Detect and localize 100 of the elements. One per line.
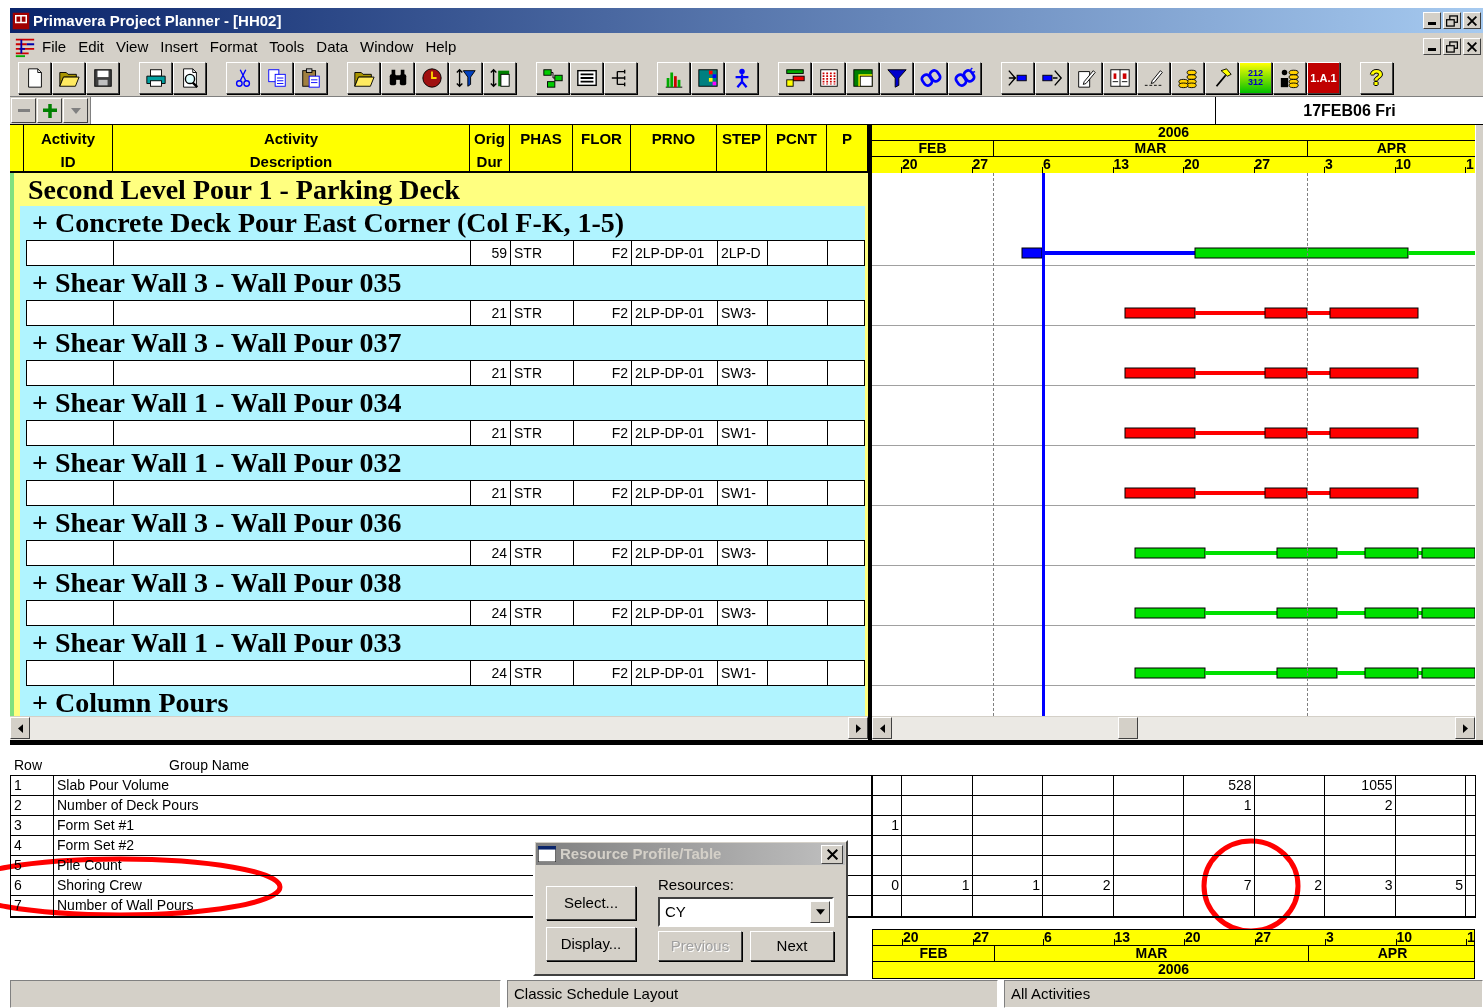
toolbar-button[interactable] — [880, 62, 913, 94]
toolbar-button[interactable] — [812, 62, 845, 94]
menu-item[interactable]: Window — [354, 37, 420, 56]
activity-bar[interactable] — [1421, 607, 1475, 619]
activity-bar[interactable] — [1124, 367, 1196, 379]
group-title[interactable]: + Shear Wall 1 - Wall Pour 033 — [20, 626, 865, 660]
expand-button[interactable] — [37, 98, 62, 123]
column-header[interactable]: Activity ID — [24, 125, 113, 171]
activity-bar[interactable] — [1329, 487, 1419, 499]
column-header[interactable]: PCNT — [767, 125, 827, 171]
toolbar-button[interactable] — [657, 62, 690, 94]
toolbar-button[interactable] — [260, 62, 293, 94]
activity-bar[interactable] — [1264, 487, 1308, 499]
dialog-button[interactable]: Select... — [546, 886, 636, 920]
activity-bar[interactable] — [1364, 667, 1419, 679]
scroll-left-button[interactable] — [872, 717, 892, 739]
column-header[interactable]: FLOR — [573, 125, 631, 171]
toolbar-button[interactable] — [570, 62, 603, 94]
dialog-button[interactable]: Next — [750, 931, 834, 961]
toolbar-button[interactable] — [725, 62, 758, 94]
activity-bar[interactable] — [1134, 607, 1206, 619]
dialog-button[interactable]: Display... — [546, 927, 636, 961]
column-header[interactable]: Orig Dur — [470, 125, 510, 171]
toolbar-button[interactable] — [1273, 62, 1306, 94]
group-title[interactable]: + Shear Wall 3 - Wall Pour 037 — [20, 326, 865, 360]
dropdown-button[interactable] — [63, 98, 88, 123]
vertical-scrollbar[interactable] — [1475, 125, 1483, 740]
toolbar-button[interactable] — [347, 62, 380, 94]
scroll-left-button[interactable] — [10, 717, 30, 739]
toolbar-button[interactable] — [1137, 62, 1170, 94]
toolbar-button[interactable] — [226, 62, 259, 94]
scroll-right-button[interactable] — [1455, 717, 1475, 739]
group-title[interactable]: + Shear Wall 3 - Wall Pour 035 — [20, 266, 865, 300]
restore-button[interactable] — [1443, 38, 1461, 55]
group-title[interactable]: + Shear Wall 3 - Wall Pour 036 — [20, 506, 865, 540]
activity-bar[interactable] — [1276, 607, 1338, 619]
activity-bar[interactable] — [1421, 547, 1475, 559]
close-button[interactable] — [1463, 12, 1481, 29]
toolbar-button[interactable] — [1205, 62, 1238, 94]
toolbar-button[interactable] — [173, 62, 206, 94]
activity-bar[interactable] — [1264, 427, 1308, 439]
activity-bar[interactable] — [1329, 307, 1419, 319]
toolbar-button[interactable] — [536, 62, 569, 94]
group-title[interactable]: + Column Pours — [20, 686, 865, 716]
menu-item[interactable]: Format — [203, 37, 264, 56]
toolbar-button[interactable] — [381, 62, 414, 94]
menu-item[interactable]: Insert — [154, 37, 204, 56]
toolbar-button[interactable] — [1171, 62, 1204, 94]
column-header[interactable]: PHAS — [510, 125, 573, 171]
group-title[interactable]: + Shear Wall 3 - Wall Pour 038 — [20, 566, 865, 600]
toolbar-button[interactable] — [778, 62, 811, 94]
activity-bar[interactable] — [1364, 547, 1419, 559]
activity-bar[interactable] — [1421, 667, 1475, 679]
toolbar-button[interactable] — [86, 62, 119, 94]
resources-dropdown[interactable]: CY — [658, 897, 834, 927]
collapse-button[interactable] — [11, 98, 36, 123]
group-title[interactable]: + Shear Wall 1 - Wall Pour 032 — [20, 446, 865, 480]
edit-field[interactable] — [90, 97, 1215, 124]
activity-bar[interactable] — [1124, 427, 1196, 439]
menu-item[interactable]: File — [36, 37, 73, 56]
scroll-thumb[interactable] — [1118, 717, 1138, 739]
toolbar-button[interactable] — [1035, 62, 1068, 94]
column-header[interactable]: Activity Description — [113, 125, 470, 171]
activity-bar[interactable] — [1194, 247, 1409, 259]
toolbar-button[interactable] — [449, 62, 482, 94]
menu-item[interactable]: Tools — [263, 37, 311, 56]
toolbar-button[interactable] — [846, 62, 879, 94]
toolbar-button[interactable] — [1001, 62, 1034, 94]
activity-bar[interactable] — [1134, 547, 1206, 559]
activity-bar[interactable] — [1134, 667, 1206, 679]
toolbar-button[interactable] — [1103, 62, 1136, 94]
group-title[interactable]: + Shear Wall 1 - Wall Pour 034 — [20, 386, 865, 420]
menu-item[interactable]: View — [110, 37, 155, 56]
toolbar-button[interactable] — [1069, 62, 1102, 94]
minimize-button[interactable] — [1423, 38, 1441, 55]
toolbar-button[interactable] — [483, 62, 516, 94]
scroll-right-button[interactable] — [848, 717, 868, 739]
menu-item[interactable]: Help — [419, 37, 463, 56]
menu-item[interactable]: Data — [310, 37, 355, 56]
close-button[interactable] — [821, 844, 843, 864]
close-button[interactable] — [1463, 38, 1481, 55]
activity-bar[interactable] — [1276, 547, 1338, 559]
toolbar-button[interactable] — [52, 62, 85, 94]
toolbar-button[interactable] — [604, 62, 637, 94]
toolbar-button[interactable] — [948, 62, 981, 94]
toolbar-button[interactable] — [139, 62, 172, 94]
column-header[interactable]: STEP — [717, 125, 767, 171]
toolbar-button[interactable] — [415, 62, 448, 94]
activity-bar[interactable] — [1364, 607, 1419, 619]
activity-bar[interactable] — [1264, 307, 1308, 319]
toolbar-button[interactable] — [914, 62, 947, 94]
activity-bar[interactable] — [1276, 667, 1338, 679]
minimize-button[interactable] — [1423, 12, 1441, 29]
outline-button[interactable]: 1.A.1 — [1307, 62, 1340, 94]
activity-bar[interactable] — [1329, 367, 1419, 379]
group-title[interactable]: + Concrete Deck Pour East Corner (Col F-K, 1-5) — [20, 206, 865, 240]
menu-item[interactable]: Edit — [72, 37, 111, 56]
toolbar-button[interactable] — [294, 62, 327, 94]
toolbar-button[interactable] — [691, 62, 724, 94]
activity-bar[interactable] — [1329, 427, 1419, 439]
